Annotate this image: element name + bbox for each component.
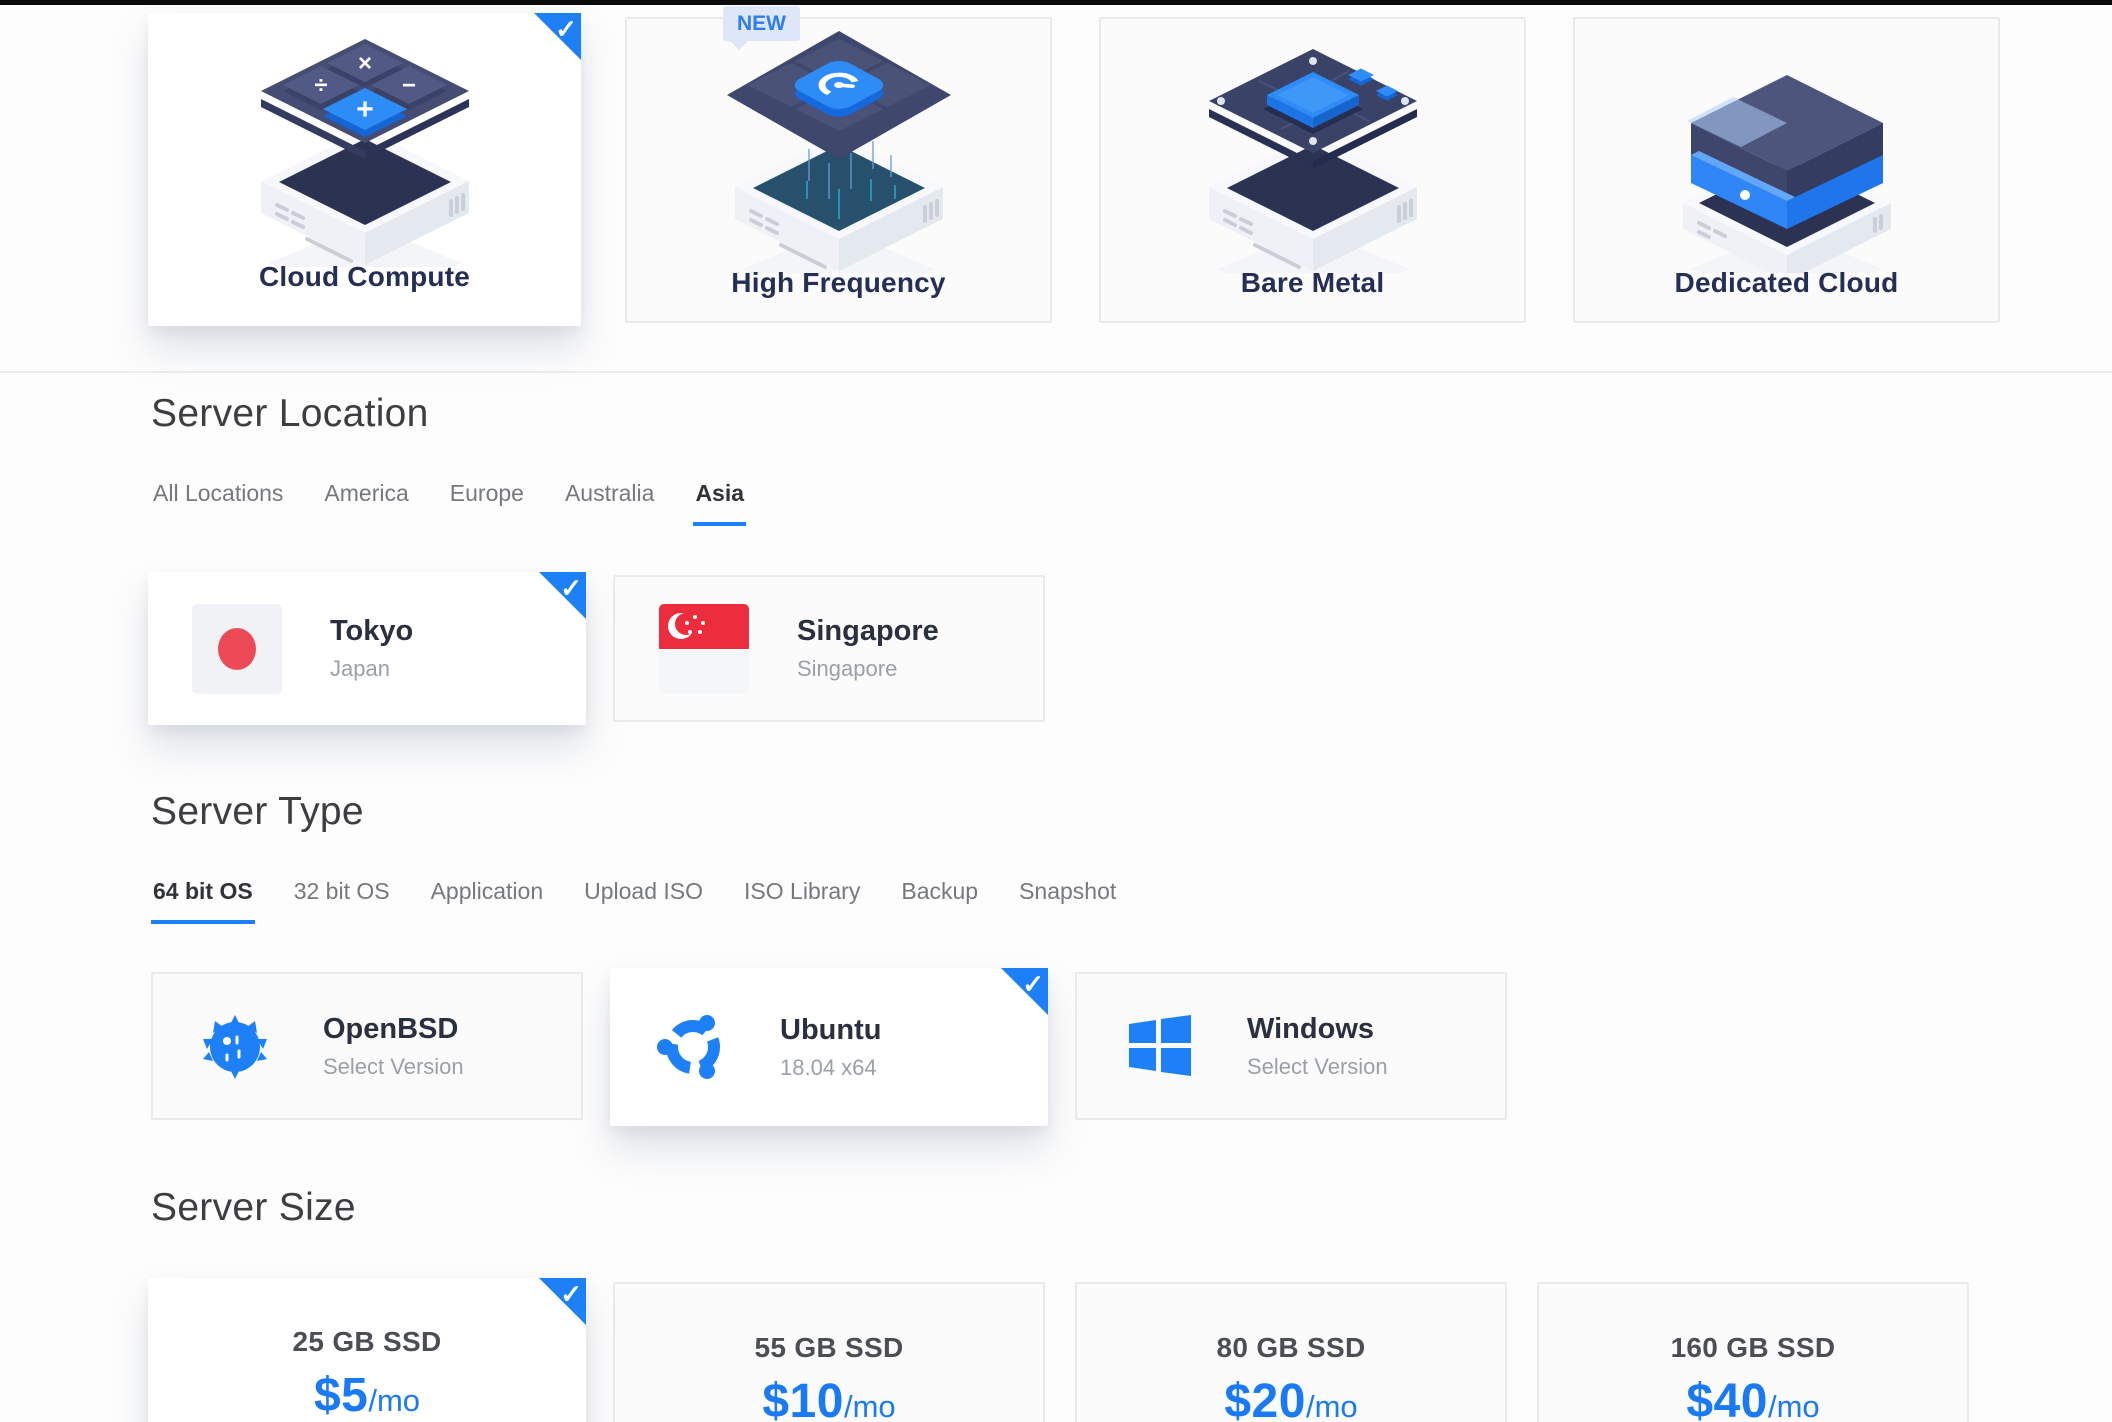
os-version: Select Version [323, 1054, 464, 1080]
product-card-dedicated-cloud[interactable]: Dedicated Cloud [1573, 17, 2000, 323]
server-type-section: Server Type 64 bit OS 32 bit OS Applicat… [151, 790, 1507, 1126]
ubuntu-icon [654, 1008, 732, 1086]
high-frequency-illustration [689, 23, 989, 273]
size-storage: 160 GB SSD [1539, 1332, 1967, 1364]
size-price: $10 [762, 1374, 844, 1422]
tab-america[interactable]: America [322, 480, 410, 522]
os-card-openbsd[interactable]: OpenBSD Select Version [151, 972, 583, 1120]
tab-all-locations[interactable]: All Locations [151, 480, 285, 522]
size-price: $40 [1686, 1374, 1768, 1422]
cloud-compute-illustration: × ÷ − + [215, 17, 515, 267]
tab-64-bit-os[interactable]: 64 bit OS [151, 878, 255, 924]
singapore-flag-icon [659, 604, 749, 694]
os-name: Ubuntu [780, 1014, 881, 1047]
product-label: High Frequency [731, 267, 945, 299]
size-period: /mo [1306, 1389, 1358, 1422]
product-card-cloud-compute[interactable]: ✓ × ÷ [148, 13, 581, 326]
location-card-singapore[interactable]: Singapore Singapore [613, 575, 1045, 722]
os-version: Select Version [1247, 1054, 1388, 1080]
size-price: $20 [1224, 1374, 1306, 1422]
os-card-ubuntu[interactable]: ✓ Ubuntu 18.04 x64 [610, 968, 1048, 1126]
selected-ribbon: ✓ [1001, 968, 1048, 1015]
location-country: Singapore [797, 656, 939, 682]
multiply-key-icon: × [357, 50, 371, 77]
selected-ribbon: ✓ [539, 572, 586, 619]
tab-iso-library[interactable]: ISO Library [742, 878, 862, 920]
location-card-tokyo[interactable]: ✓ Tokyo Japan [148, 572, 586, 725]
openbsd-icon [197, 1007, 275, 1085]
os-name: OpenBSD [323, 1013, 464, 1046]
tab-australia[interactable]: Australia [563, 480, 656, 522]
plus-key-icon: + [356, 93, 374, 126]
size-period: /mo [1768, 1389, 1820, 1422]
location-city: Singapore [797, 615, 939, 648]
product-label: Cloud Compute [259, 261, 470, 293]
size-card-row: ✓ 25 GB SSD $5/mo $0.007/h 55 GB SSD $10… [151, 1278, 1969, 1422]
location-country: Japan [330, 656, 413, 682]
check-icon: ✓ [560, 575, 582, 601]
server-size-section: Server Size ✓ 25 GB SSD $5/mo $0.007/h 5… [151, 1186, 1969, 1422]
server-location-heading: Server Location [151, 392, 1045, 436]
os-card-windows[interactable]: Windows Select Version [1075, 972, 1507, 1120]
tab-asia[interactable]: Asia [693, 480, 746, 526]
tab-backup[interactable]: Backup [899, 878, 980, 920]
size-card-160gb[interactable]: 160 GB SSD $40/mo $0.06/h [1537, 1282, 1969, 1422]
selected-ribbon: ✓ [534, 13, 581, 60]
server-type-tabs: 64 bit OS 32 bit OS Application Upload I… [151, 878, 1507, 924]
selected-ribbon: ✓ [539, 1278, 586, 1325]
product-card-bare-metal[interactable]: Bare Metal [1099, 17, 1526, 323]
section-divider [0, 371, 2112, 373]
size-card-55gb[interactable]: 55 GB SSD $10/mo $0.015/h [613, 1282, 1045, 1422]
divide-key-icon: ÷ [314, 72, 327, 99]
location-card-row: ✓ Tokyo Japan [151, 575, 1045, 725]
product-label: Bare Metal [1241, 267, 1385, 299]
japan-flag-icon [192, 604, 282, 694]
tab-upload-iso[interactable]: Upload ISO [582, 878, 705, 920]
new-badge: NEW [723, 6, 800, 41]
os-name: Windows [1247, 1013, 1388, 1046]
minus-key-icon: − [401, 72, 415, 99]
tab-application[interactable]: Application [429, 878, 546, 920]
os-card-row: OpenBSD Select Version ✓ Ubun [151, 968, 1507, 1126]
size-price: $5 [314, 1368, 368, 1422]
check-icon: ✓ [1022, 971, 1044, 997]
product-label: Dedicated Cloud [1675, 267, 1899, 299]
size-card-25gb[interactable]: ✓ 25 GB SSD $5/mo $0.007/h [148, 1278, 586, 1422]
check-icon: ✓ [560, 1281, 582, 1307]
tab-snapshot[interactable]: Snapshot [1017, 878, 1118, 920]
size-storage: 25 GB SSD [148, 1326, 586, 1358]
dedicated-cloud-illustration [1637, 23, 1937, 273]
tab-32-bit-os[interactable]: 32 bit OS [292, 878, 392, 920]
check-icon: ✓ [555, 16, 577, 42]
tab-europe[interactable]: Europe [448, 480, 526, 522]
server-location-section: Server Location All Locations America Eu… [151, 392, 1045, 725]
size-period: /mo [368, 1383, 420, 1419]
size-storage: 80 GB SSD [1077, 1332, 1505, 1364]
size-storage: 55 GB SSD [615, 1332, 1043, 1364]
server-type-heading: Server Type [151, 790, 1507, 834]
server-size-heading: Server Size [151, 1186, 1969, 1230]
product-card-row: ✓ × ÷ [151, 13, 2000, 326]
os-version: 18.04 x64 [780, 1055, 881, 1081]
location-city: Tokyo [330, 615, 413, 648]
size-period: /mo [844, 1389, 896, 1422]
windows-icon [1121, 1007, 1199, 1085]
product-card-high-frequency[interactable]: NEW [625, 17, 1052, 323]
bare-metal-illustration [1163, 23, 1463, 273]
size-card-80gb[interactable]: 80 GB SSD $20/mo $0.03/h [1075, 1282, 1507, 1422]
top-black-bar [0, 0, 2112, 5]
location-tabs: All Locations America Europe Australia A… [151, 480, 1045, 526]
